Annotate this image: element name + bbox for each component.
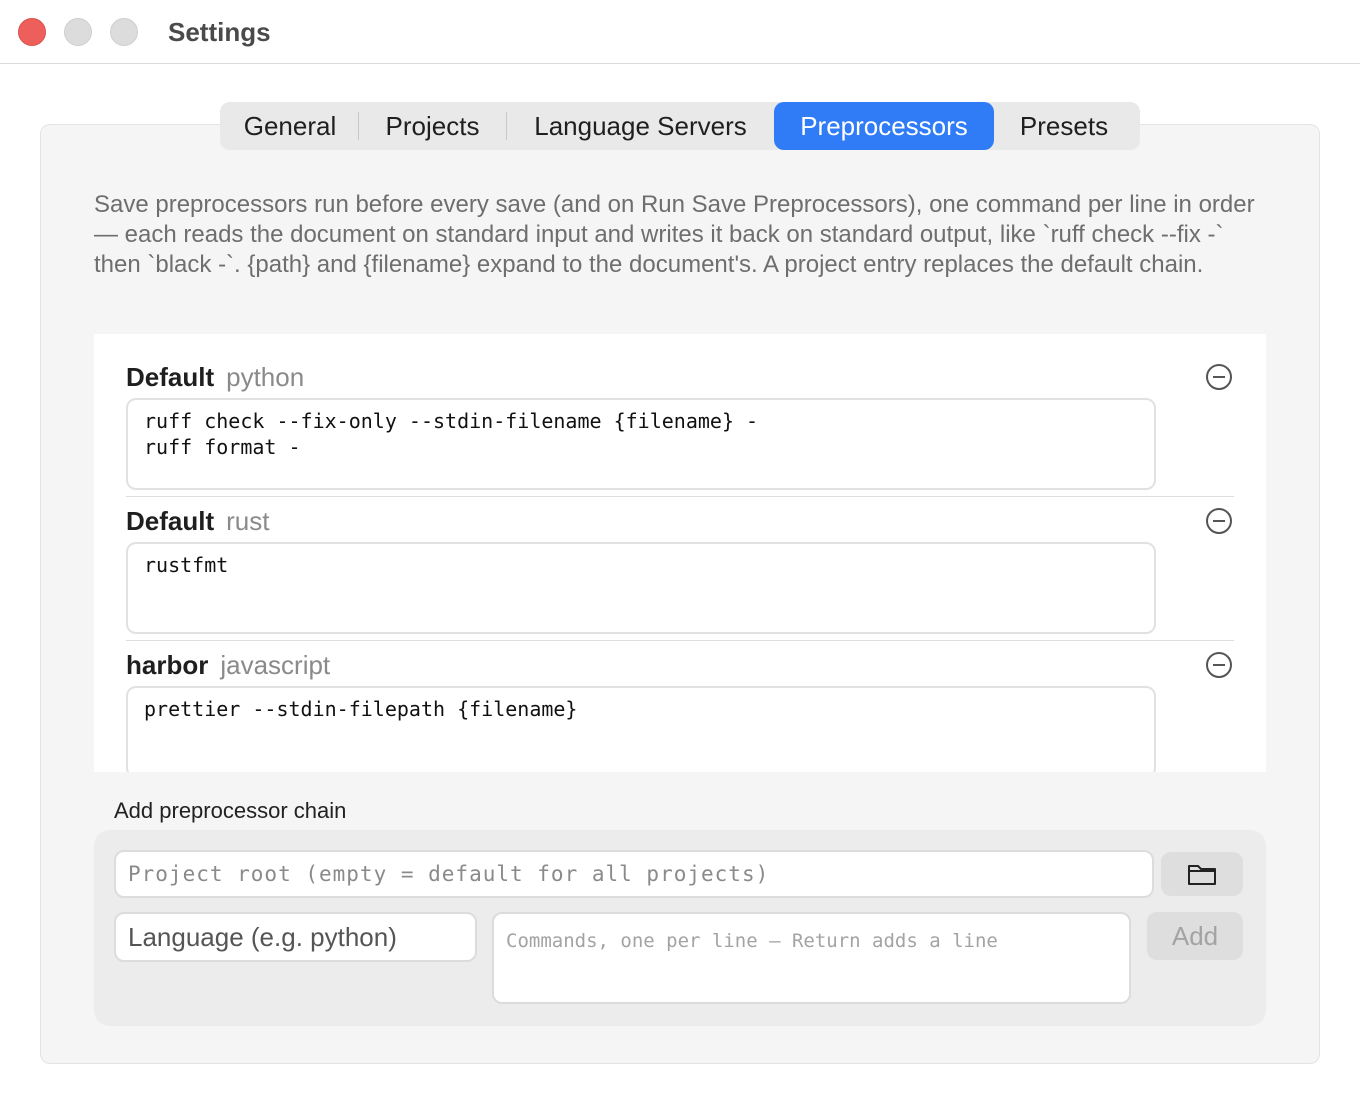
entry-language: python [226, 362, 305, 392]
divider [126, 640, 1234, 641]
commands-editor[interactable]: prettier --stdin-filepath {filename} [126, 686, 1156, 772]
entry-scope: Default [126, 506, 215, 536]
window-title: Settings [168, 17, 271, 47]
add-button[interactable]: Add [1147, 912, 1243, 960]
tab-bar: General Projects Language Servers Prepro… [220, 102, 1140, 150]
commands-editor[interactable]: ruff check --fix-only --stdin-filename {… [126, 398, 1156, 490]
add-preprocessor-card: Project root (empty = default for all pr… [94, 830, 1266, 1026]
tab-projects[interactable]: Projects [359, 102, 506, 150]
preprocessors-description: Save preprocessors run before every save… [94, 191, 1255, 278]
folder-icon [1188, 865, 1216, 885]
preprocessor-list[interactable]: Default python ruff check --fix-only --s… [94, 334, 1266, 772]
list-item: Default python ruff check --fix-only --s… [126, 362, 1234, 490]
list-item: harbor javascript prettier --stdin-filep… [126, 650, 1234, 772]
entry-language: javascript [220, 650, 331, 680]
title-bar: Settings [0, 0, 1360, 64]
close-window-button[interactable] [18, 18, 46, 46]
remove-entry-icon[interactable] [1206, 364, 1232, 390]
divider [126, 496, 1234, 497]
tab-general[interactable]: General [222, 102, 358, 150]
tab-presets[interactable]: Presets [994, 102, 1134, 150]
minimize-window-button[interactable] [64, 18, 92, 46]
choose-folder-button[interactable] [1161, 852, 1243, 896]
project-root-input[interactable]: Project root (empty = default for all pr… [114, 850, 1154, 898]
zoom-window-button[interactable] [110, 18, 138, 46]
language-input[interactable]: Language (e.g. python) [114, 912, 477, 962]
entry-scope: Default [126, 362, 215, 392]
remove-entry-icon[interactable] [1206, 508, 1232, 534]
commands-editor[interactable]: rustfmt [126, 542, 1156, 634]
tab-preprocessors[interactable]: Preprocessors [774, 102, 994, 150]
tab-language-servers[interactable]: Language Servers [507, 102, 774, 150]
commands-input[interactable]: Commands, one per line — Return adds a l… [492, 912, 1131, 1004]
remove-entry-icon[interactable] [1206, 652, 1232, 678]
list-item: Default rust rustfmt [126, 506, 1234, 634]
entry-scope: harbor [126, 650, 209, 680]
add-section-title: Add preprocessor chain [114, 798, 347, 823]
entry-language: rust [226, 506, 270, 536]
